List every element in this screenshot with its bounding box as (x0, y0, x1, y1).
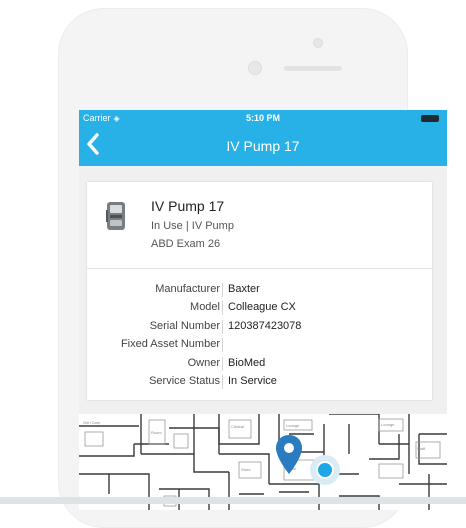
bottom-bar (0, 497, 466, 504)
divider (222, 374, 223, 389)
camera-icon (313, 38, 323, 48)
svg-text:Room: Room (151, 430, 162, 435)
app-screen: Carrier ◈ 5:10 PM IV Pump 17 IV Pump 17 I… (79, 110, 447, 510)
svg-text:Store: Store (241, 467, 251, 472)
detail-row-fixed-asset-number: Fixed Asset Number (87, 338, 432, 356)
svg-text:Staff: Staff (417, 446, 426, 451)
divider (222, 283, 223, 297)
speaker-grille (284, 66, 342, 71)
divider (222, 356, 223, 371)
detail-label: Fixed Asset Number (120, 338, 220, 351)
details-list: Manufacturer Baxter Model Colleague CX S… (87, 283, 432, 393)
detail-row-service-status: Service Status In Service (87, 374, 432, 393)
page-title: IV Pump 17 (226, 138, 300, 154)
detail-row-manufacturer: Manufacturer Baxter (87, 283, 432, 301)
current-location-icon (310, 455, 340, 485)
status-bar: Carrier ◈ 5:10 PM (79, 110, 447, 126)
detail-row-serial-number: Serial Number 120387423078 (87, 319, 432, 338)
detail-row-owner: Owner BioMed (87, 356, 432, 375)
detail-label: Serial Number (149, 319, 220, 332)
detail-label: Owner (187, 356, 220, 369)
device-status: In Use | IV Pump (151, 220, 234, 232)
svg-text:Lounge: Lounge (381, 422, 395, 427)
svg-text:Gen Care: Gen Care (83, 420, 101, 425)
detail-value: BioMed (228, 356, 266, 369)
iv-pump-icon (106, 202, 125, 230)
detail-value: Baxter (228, 283, 260, 295)
battery-icon (421, 115, 439, 122)
svg-text:Clinical: Clinical (231, 424, 244, 429)
floor-plan-drawing: Gen Care Room Clinical Lounge Lounge Sta… (79, 414, 447, 510)
svg-text:Lounge: Lounge (286, 423, 300, 428)
device-name: IV Pump 17 (151, 198, 225, 214)
floor-map[interactable]: Gen Care Room Clinical Lounge Lounge Sta… (79, 414, 447, 510)
detail-row-model: Model Colleague CX (87, 301, 432, 319)
location-pin-icon (276, 435, 302, 474)
front-camera-icon (248, 61, 262, 75)
detail-value: 120387423078 (228, 319, 302, 332)
detail-label: Manufacturer (155, 283, 220, 295)
detail-value: In Service (228, 374, 277, 387)
device-location: ABD Exam 26 (151, 238, 221, 250)
detail-label: Service Status (149, 374, 220, 387)
status-time: 5:10 PM (245, 113, 280, 123)
device-card: IV Pump 17 In Use | IV Pump ABD Exam 26 … (87, 182, 432, 400)
detail-value: Colleague CX (228, 301, 296, 314)
nav-header: Carrier ◈ 5:10 PM IV Pump 17 (79, 110, 447, 166)
divider (222, 301, 223, 316)
divider (222, 319, 223, 334)
divider (87, 268, 432, 269)
detail-label: Model (190, 301, 220, 314)
divider (222, 338, 223, 353)
